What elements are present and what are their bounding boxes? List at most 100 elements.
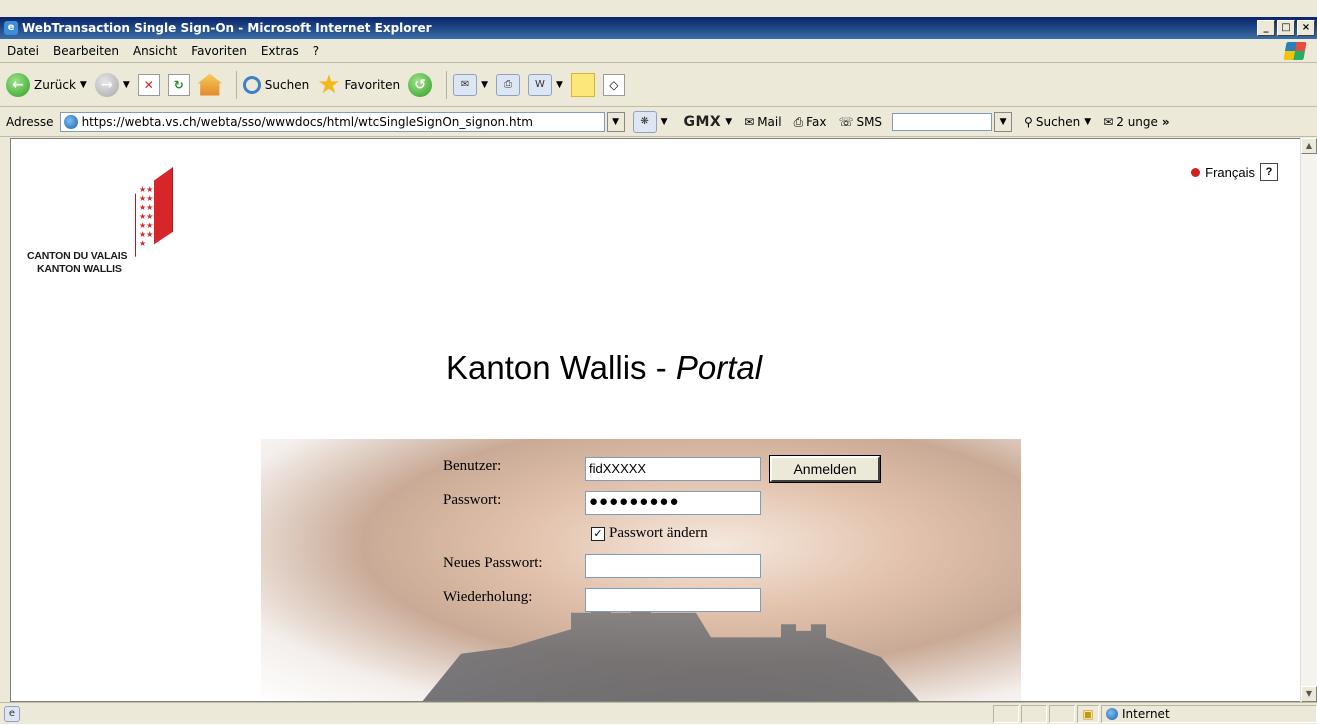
back-button[interactable]: ← Zurück ▼ (6, 72, 87, 97)
canton-logo-text: CANTON DU VALAIS KANTON WALLIS (27, 250, 127, 276)
menu-help[interactable]: ? (306, 44, 326, 58)
language-switch: Français ? (1191, 163, 1278, 181)
address-url[interactable]: https://webta.vs.ch/webta/sso/wwwdocs/ht… (82, 115, 604, 129)
new-password-label: Neues Passwort: (443, 555, 543, 571)
gmx-search-dropdown[interactable]: ▼ (994, 112, 1013, 132)
print-icon[interactable]: ⎙ (495, 73, 520, 96)
gmx-unread-label: 2 unge (1116, 115, 1158, 129)
messenger-icon[interactable]: ◇ (602, 73, 625, 96)
page-status-icon: e (4, 706, 20, 722)
address-label: Adresse (6, 115, 54, 129)
menu-ansicht[interactable]: Ansicht (126, 44, 184, 58)
chevron-down-icon[interactable]: ▼ (123, 80, 130, 90)
gmx-logo[interactable]: GMX (683, 114, 721, 130)
chevron-down-icon[interactable]: ▼ (725, 117, 732, 127)
printer-icon: ⎙ (793, 114, 804, 129)
login-button[interactable]: Anmelden (769, 455, 881, 483)
gmx-sms-button[interactable]: ☏ SMS (838, 115, 882, 129)
envelope-icon: ✉ (1103, 115, 1114, 129)
search-icon (242, 75, 261, 94)
gmx-search-label: Suchen (1035, 115, 1081, 129)
gmx-search-input[interactable] (892, 113, 993, 131)
menu-extras[interactable]: Extras (254, 44, 306, 58)
pdf-icon[interactable]: ❋ (632, 111, 657, 133)
password-input[interactable]: ●●●●●●●●● (585, 491, 761, 515)
note-icon[interactable] (570, 72, 595, 97)
title-bar[interactable]: e WebTransaction Single Sign-On - Micros… (0, 17, 1317, 39)
toolbar-overflow-icon[interactable]: » (1162, 115, 1170, 129)
valais-coat-of-arms-logo: ★★ ★★ ★★ ★★ ★★ ★★ ★ (123, 167, 173, 259)
gmx-mail-button[interactable]: ✉ Mail (744, 115, 781, 129)
refresh-icon[interactable]: ↻ (167, 73, 190, 96)
language-link[interactable]: Français (1205, 165, 1255, 180)
stars-icon: ★★ ★★ ★★ ★★ ★★ ★★ ★ (139, 185, 154, 248)
logo-line-french: CANTON DU VALAIS (27, 250, 128, 262)
chevron-down-icon[interactable]: ▼ (661, 117, 668, 127)
scroll-up-icon[interactable]: ▲ (1301, 138, 1317, 154)
change-password-checkbox-row[interactable]: ✓ Passwort ändern (591, 525, 708, 542)
page-title-main: Kanton Wallis - (446, 349, 676, 386)
search-button[interactable]: Suchen (242, 75, 310, 94)
menu-bar: Datei Bearbeiten Ansicht Favoriten Extra… (0, 40, 1317, 63)
change-password-checkbox[interactable]: ✓ (591, 526, 605, 541)
gmx-search-button[interactable]: ⚲ Suchen (1024, 115, 1080, 129)
logo-line-german: KANTON WALLIS (37, 263, 122, 275)
repeat-password-label: Wiederholung: (443, 589, 533, 605)
minimize-button[interactable]: _ (1257, 20, 1275, 36)
forward-button[interactable]: → ▼ (94, 72, 130, 97)
back-arrow-icon: ← (6, 72, 30, 97)
envelope-icon: ✉ (744, 115, 755, 129)
chevron-down-icon[interactable]: ▼ (481, 80, 488, 90)
chevron-down-icon[interactable]: ▼ (1084, 117, 1091, 127)
history-icon[interactable]: ↺ (408, 72, 433, 97)
home-icon[interactable] (197, 73, 222, 96)
password-label: Passwort: (443, 492, 502, 508)
repeat-password-input[interactable] (585, 588, 761, 612)
mail-icon: ✉ (453, 73, 478, 96)
phone-icon: ☏ (838, 115, 854, 129)
gmx-fax-label: Fax (806, 115, 827, 129)
bullet-icon (1191, 167, 1201, 177)
vertical-scrollbar[interactable]: ▲ ▼ (1300, 138, 1317, 702)
status-pane (1049, 705, 1075, 723)
word-icon: W (527, 73, 552, 96)
back-label: Zurück (34, 77, 76, 92)
user-input[interactable]: fidXXXXX (585, 457, 761, 481)
search-icon: ⚲ (1024, 115, 1033, 129)
globe-icon (1106, 708, 1118, 720)
help-icon[interactable]: ? (1260, 163, 1278, 181)
menu-datei[interactable]: Datei (0, 44, 46, 58)
address-field[interactable]: https://webta.vs.ch/webta/sso/wwwdocs/ht… (59, 112, 605, 132)
stop-icon[interactable]: ✕ (137, 73, 160, 96)
menu-favoriten[interactable]: Favoriten (184, 44, 254, 58)
status-pane (1021, 705, 1047, 723)
gmx-fax-button[interactable]: ⎙ Fax (794, 115, 827, 130)
favorites-label: Favoriten (344, 77, 401, 92)
chevron-down-icon[interactable]: ▼ (80, 80, 87, 90)
change-password-label: Passwort ändern (609, 525, 708, 541)
status-pane (993, 705, 1019, 723)
ie-icon: e (4, 21, 18, 35)
maximize-button[interactable]: □ (1277, 20, 1295, 36)
toolbar-separator (235, 70, 237, 99)
page-content: ★★ ★★ ★★ ★★ ★★ ★★ ★ CANTON DU VALAIS KANTON WA… (10, 138, 1301, 702)
security-zone[interactable]: Internet (1101, 705, 1317, 723)
standard-toolbar: ← Zurück ▼ → ▼ ✕ ↻ Suchen ★ Favoriten ↺ … (0, 63, 1317, 107)
mail-button[interactable]: ✉ ▼ (453, 73, 488, 96)
address-dropdown-button[interactable]: ▼ (606, 112, 625, 132)
gmx-mail-label: Mail (757, 115, 782, 129)
favorites-button[interactable]: ★ Favoriten (317, 72, 401, 98)
page-title-italic: Portal (675, 349, 763, 386)
scroll-down-icon[interactable]: ▼ (1301, 686, 1317, 702)
edit-button[interactable]: W ▼ (527, 73, 563, 96)
browser-window: e WebTransaction Single Sign-On - Micros… (0, 0, 1317, 724)
gmx-unread-button[interactable]: ✉ 2 unge (1103, 115, 1158, 129)
menu-bearbeiten[interactable]: Bearbeiten (46, 44, 126, 58)
chevron-down-icon[interactable]: ▼ (556, 80, 563, 90)
search-label: Suchen (264, 77, 310, 92)
windows-flag-icon (1283, 42, 1307, 60)
address-bar: Adresse https://webta.vs.ch/webta/sso/ww… (0, 108, 1317, 137)
close-button[interactable]: × (1297, 20, 1315, 36)
toolbar-separator (446, 70, 448, 99)
new-password-input[interactable] (585, 554, 761, 578)
